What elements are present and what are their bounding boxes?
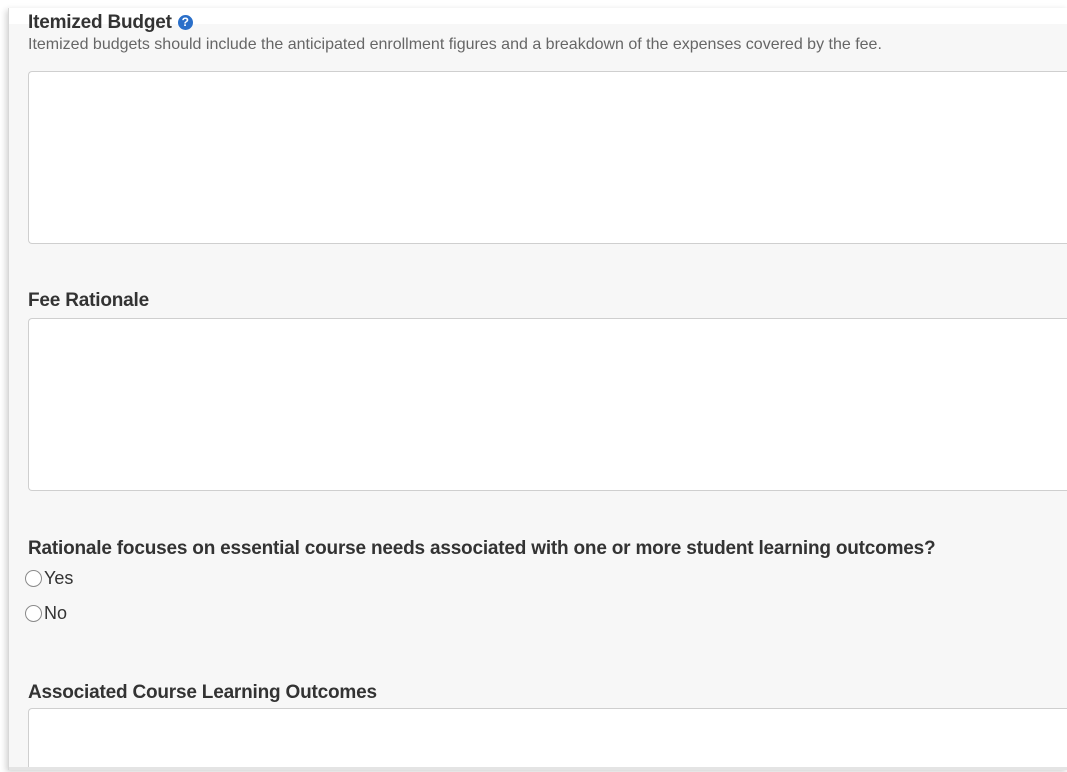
fee-rationale-section: Fee Rationale (28, 290, 1067, 491)
fee-rationale-label: Fee Rationale (28, 290, 149, 311)
radio-yes-label[interactable]: Yes (44, 568, 73, 589)
itemized-budget-help-text: Itemized budgets should include the anti… (28, 36, 882, 53)
rationale-question-section: Rationale focuses on essential course ne… (25, 538, 1067, 638)
radio-yes[interactable] (25, 570, 42, 587)
radio-no[interactable] (25, 605, 42, 622)
bottom-edge (9, 767, 1067, 770)
outcomes-label: Associated Course Learning Outcomes (28, 682, 377, 703)
radio-no-label[interactable]: No (44, 603, 67, 624)
itemized-budget-textarea[interactable] (28, 71, 1067, 244)
itemized-budget-section: Itemized Budget? Itemized budgets should… (28, 12, 1067, 244)
form-panel: Itemized Budget? Itemized budgets should… (8, 8, 1067, 770)
outcomes-section: Associated Course Learning Outcomes (28, 682, 1067, 770)
outcomes-textarea[interactable] (28, 708, 1067, 770)
radio-option-yes[interactable]: Yes (25, 568, 73, 589)
itemized-budget-label-text: Itemized Budget (28, 12, 172, 33)
fee-rationale-textarea[interactable] (28, 318, 1067, 491)
radio-option-no[interactable]: No (25, 603, 67, 624)
rationale-question-label: Rationale focuses on essential course ne… (28, 538, 936, 559)
itemized-budget-label: Itemized Budget? (28, 12, 1067, 34)
question-circle-icon[interactable]: ? (177, 15, 193, 30)
